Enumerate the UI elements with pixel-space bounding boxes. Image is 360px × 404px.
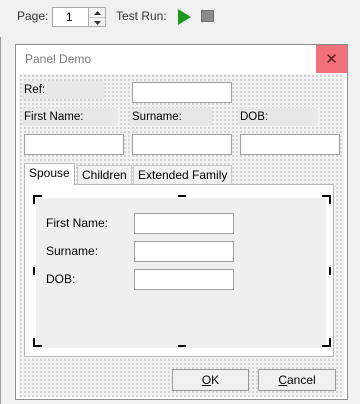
spouse-dob-label: DOB: (46, 272, 76, 286)
close-button[interactable]: ✕ (316, 45, 347, 73)
edge-handle-bottom[interactable] (178, 345, 186, 347)
spouse-tab-page: First Name: Surname: DOB: (24, 184, 334, 357)
edge-handle-right[interactable] (329, 267, 331, 275)
surname-input[interactable] (132, 134, 232, 155)
ok-mnemonic: O (201, 373, 212, 387)
dialog-title: Panel Demo (25, 52, 92, 66)
corner-handle-br-v[interactable] (329, 338, 331, 347)
spouse-panel: First Name: Surname: DOB: (36, 198, 326, 348)
tab-children[interactable]: Children (77, 165, 132, 185)
dialog-client-area: Ref: First Name: Surname: DOB: Spouse Ch… (19, 74, 344, 397)
ref-input[interactable] (132, 82, 232, 103)
title-bar[interactable]: Panel Demo ✕ (16, 45, 347, 73)
test-run-label: Test Run: (116, 9, 167, 23)
ok-label-rest: K (211, 373, 220, 387)
spin-up-icon[interactable] (89, 8, 105, 18)
corner-handle-tr-v[interactable] (329, 195, 331, 204)
page-label: Page: (17, 9, 49, 23)
play-icon[interactable] (178, 9, 191, 25)
tab-extended-family[interactable]: Extended Family (133, 165, 233, 185)
spouse-first-name-input[interactable] (134, 213, 234, 234)
cancel-mnemonic: C (278, 373, 287, 387)
dob-label: DOB: (238, 108, 318, 126)
dob-input[interactable] (240, 134, 340, 155)
cancel-label-rest: ancel (286, 373, 316, 387)
tab-spouse[interactable]: Spouse (24, 163, 75, 185)
corner-handle-tl-v[interactable] (33, 195, 35, 204)
panel-demo-dialog: Panel Demo ✕ Ref: First Name: Surname: D… (15, 44, 348, 400)
spouse-first-name-label: First Name: (46, 216, 109, 230)
spouse-surname-label: Surname: (46, 244, 99, 258)
ref-label: Ref: (22, 81, 104, 99)
spouse-surname-input[interactable] (134, 241, 234, 262)
left-divider (0, 37, 1, 404)
corner-handle-bl-v[interactable] (33, 338, 35, 347)
first-name-input[interactable] (24, 134, 124, 155)
cancel-button[interactable]: Cancel (258, 369, 336, 391)
spouse-dob-input[interactable] (134, 269, 234, 290)
close-icon: ✕ (325, 51, 338, 68)
page-number-input[interactable]: 1 (52, 7, 89, 27)
surname-label: Surname: (130, 108, 212, 126)
stop-icon[interactable] (201, 10, 214, 22)
first-name-label: First Name: (22, 108, 118, 126)
ok-button[interactable]: OK (172, 369, 249, 391)
spin-down-icon[interactable] (89, 18, 105, 27)
edge-handle-left[interactable] (33, 267, 35, 275)
edge-handle-top[interactable] (178, 195, 186, 197)
page-spinner[interactable] (88, 7, 106, 27)
